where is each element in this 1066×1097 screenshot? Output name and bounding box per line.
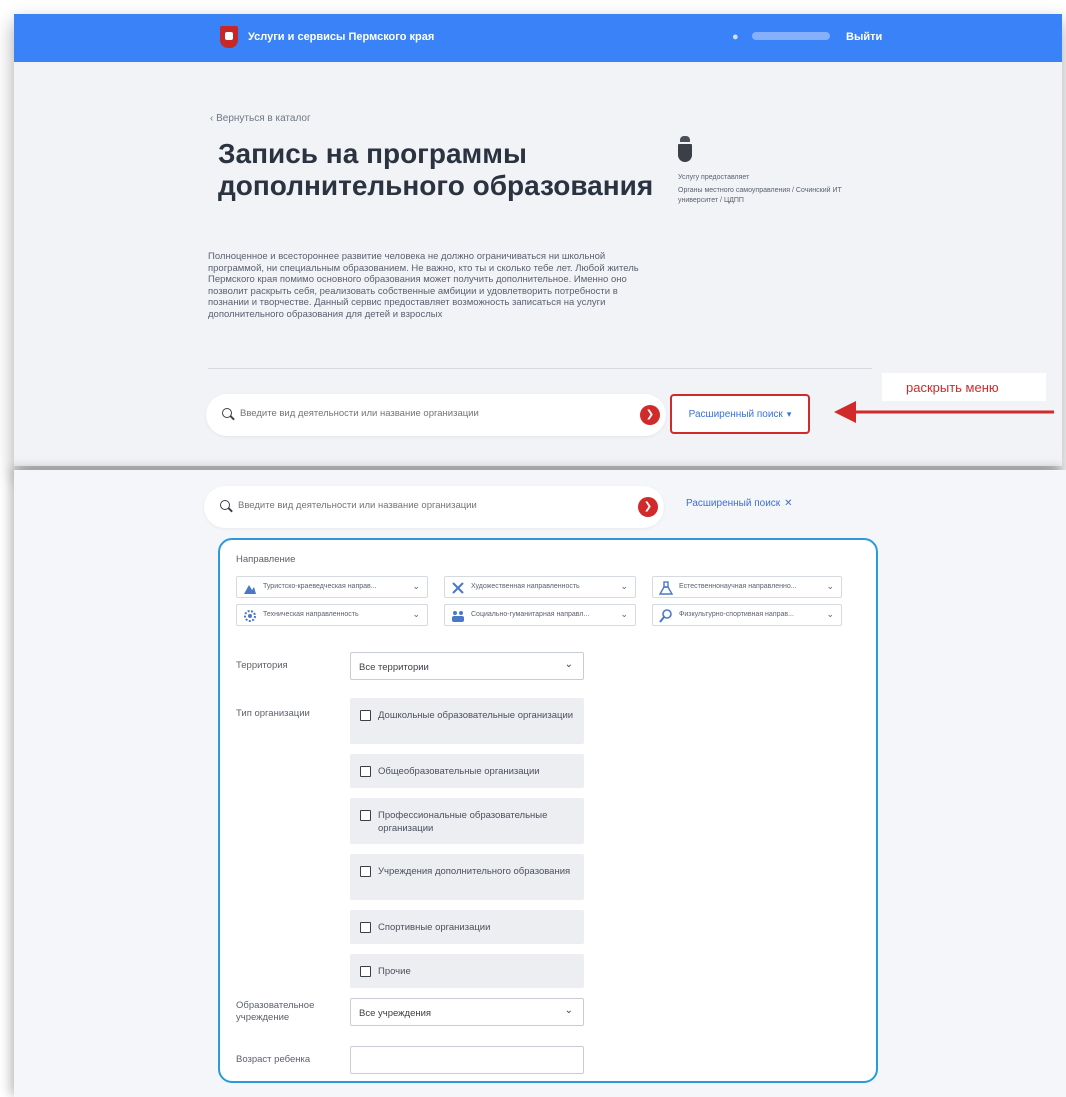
direction-select-art[interactable]: Художественная направленность ⌄ bbox=[444, 576, 636, 598]
direction-label: Направление bbox=[236, 554, 296, 565]
gear-icon bbox=[244, 610, 256, 622]
org-type-option-label: Прочие bbox=[378, 966, 411, 977]
org-type-option-label: Учреждения дополнительного образования bbox=[378, 866, 571, 877]
chevron-down-icon: ⌄ bbox=[620, 581, 628, 591]
org-type-option[interactable]: Учреждения дополнительного образования bbox=[350, 854, 584, 900]
annotation-arrow-icon bbox=[834, 401, 1054, 423]
institution-label: Образовательное учреждение bbox=[236, 1000, 315, 1023]
search-input[interactable] bbox=[240, 408, 620, 419]
search-icon bbox=[222, 408, 232, 418]
people-icon bbox=[452, 611, 464, 622]
org-type-option[interactable]: Профессиональные образовательные организ… bbox=[350, 798, 584, 844]
org-type-option-label: Спортивные организации bbox=[378, 922, 491, 933]
provider-name: Органы местного самоуправления / Сочинск… bbox=[678, 187, 842, 204]
org-type-label: Тип организации bbox=[236, 708, 310, 719]
chevron-down-icon: ⌄ bbox=[564, 659, 573, 670]
search-bar: ❯ bbox=[206, 394, 666, 436]
search-submit-button[interactable]: ❯ bbox=[640, 405, 660, 425]
coat-of-arms-icon bbox=[678, 136, 692, 162]
search-submit-button[interactable]: ❯ bbox=[638, 497, 658, 517]
back-to-catalog-link[interactable]: ‹ Вернуться в каталог bbox=[210, 113, 311, 124]
chevron-down-icon: ⌄ bbox=[620, 609, 628, 619]
org-type-option-label: Дошкольные образовательные организации bbox=[378, 710, 574, 721]
mountain-icon bbox=[244, 585, 256, 594]
org-type-option[interactable]: Общеобразовательные организации bbox=[350, 754, 584, 788]
perm-krai-logo-icon[interactable] bbox=[220, 26, 238, 48]
direction-select-text: Туристско-краеведческая направ... bbox=[263, 583, 377, 590]
page-title: Запись на программы дополнительного обра… bbox=[218, 138, 654, 201]
direction-select-text: Художественная направленность bbox=[471, 583, 580, 590]
divider bbox=[208, 368, 872, 369]
advanced-search-label: Расширенный поиск bbox=[688, 409, 783, 420]
sport-icon bbox=[659, 609, 672, 623]
advanced-search-panel: Направление Туристско-краеведческая напр… bbox=[218, 538, 878, 1083]
site-title[interactable]: Услуги и сервисы Пермского края bbox=[248, 31, 434, 43]
institution-select-value: Все учреждения bbox=[359, 1008, 432, 1019]
logout-button[interactable]: Выйти bbox=[846, 31, 882, 43]
direction-select-tourism[interactable]: Туристско-краеведческая направ... ⌄ bbox=[236, 576, 428, 598]
child-age-input[interactable] bbox=[350, 1046, 584, 1074]
chevron-down-icon: ⌄ bbox=[564, 1005, 573, 1016]
provider-label: Услугу предоставляет bbox=[678, 174, 750, 181]
org-type-option[interactable]: Прочие bbox=[350, 954, 584, 988]
close-icon: ✕ bbox=[784, 498, 793, 509]
chevron-down-icon: ⌄ bbox=[826, 581, 834, 591]
checkbox[interactable] bbox=[360, 922, 371, 933]
org-type-option[interactable]: Спортивные организации bbox=[350, 910, 584, 944]
direction-select-social[interactable]: Социально-гуманитарная направл... ⌄ bbox=[444, 604, 636, 626]
service-description: Полноценное и всестороннее развитие чело… bbox=[208, 251, 639, 320]
org-type-option-label: Профессиональные образовательные организ… bbox=[378, 810, 548, 834]
chevron-down-icon: ⌄ bbox=[826, 609, 834, 619]
direction-select-science[interactable]: Естественнонаучная направленно... ⌄ bbox=[652, 576, 842, 598]
checkbox[interactable] bbox=[360, 710, 371, 721]
territory-select-value: Все территории bbox=[359, 662, 429, 673]
search-icon bbox=[220, 500, 230, 510]
checkbox[interactable] bbox=[360, 966, 371, 977]
direction-select-text: Социально-гуманитарная направл... bbox=[471, 611, 590, 618]
flask-icon bbox=[659, 581, 673, 595]
direction-select-technical[interactable]: Техническая направленность ⌄ bbox=[236, 604, 428, 626]
direction-select-text: Естественнонаучная направленно... bbox=[679, 583, 797, 590]
advanced-search-toggle[interactable]: Расширенный поиск ✕ bbox=[686, 498, 793, 509]
site-header: Услуги и сервисы Пермского края ● Выйти bbox=[14, 14, 1062, 62]
checkbox[interactable] bbox=[360, 810, 371, 821]
chevron-down-icon: ▾ bbox=[786, 409, 792, 419]
direction-select-sport[interactable]: Физкультурно-спортивная направ... ⌄ bbox=[652, 604, 842, 626]
direction-select-text: Физкультурно-спортивная направ... bbox=[679, 611, 794, 618]
annotation-label: раскрыть меню bbox=[906, 380, 999, 395]
direction-select-text: Техническая направленность bbox=[263, 611, 359, 618]
search-input[interactable] bbox=[238, 500, 618, 511]
advanced-search-label: Расширенный поиск bbox=[686, 498, 781, 509]
user-icon[interactable]: ● bbox=[732, 31, 742, 43]
checkbox[interactable] bbox=[360, 766, 371, 777]
palette-icon bbox=[452, 582, 464, 594]
territory-label: Территория bbox=[236, 660, 288, 671]
advanced-search-toggle[interactable]: Расширенный поиск ▾ bbox=[670, 394, 810, 434]
institution-select[interactable]: Все учреждения ⌄ bbox=[350, 998, 584, 1026]
chevron-down-icon: ⌄ bbox=[412, 609, 420, 619]
checkbox[interactable] bbox=[360, 866, 371, 877]
territory-select[interactable]: Все территории ⌄ bbox=[350, 652, 584, 680]
org-type-option[interactable]: Дошкольные образовательные организации bbox=[350, 698, 584, 744]
chevron-down-icon: ⌄ bbox=[412, 581, 420, 591]
search-bar: ❯ bbox=[204, 486, 664, 528]
org-type-option-label: Общеобразовательные организации bbox=[378, 766, 540, 777]
user-name-redacted[interactable] bbox=[752, 32, 830, 40]
page-screenshot-expanded: ❯ Расширенный поиск✕ Направление Туристс… bbox=[14, 470, 1066, 1097]
age-label: Возраст ребенка bbox=[236, 1054, 311, 1065]
